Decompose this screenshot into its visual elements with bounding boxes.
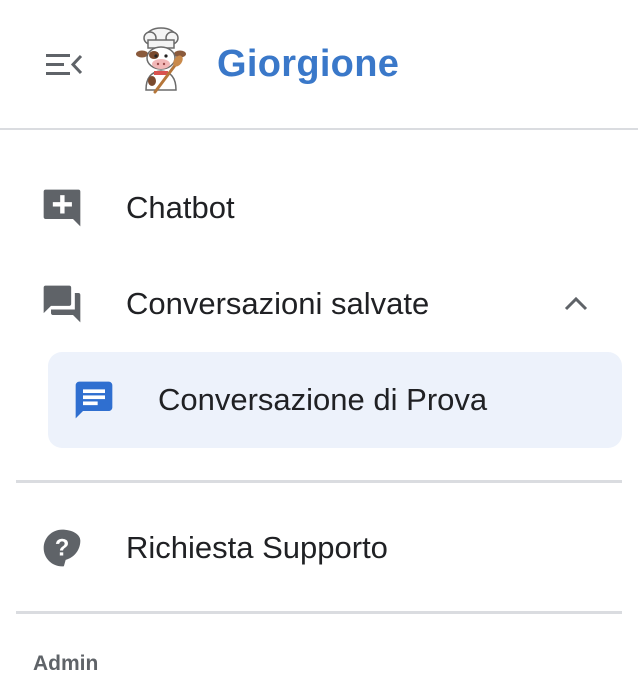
forum-icon xyxy=(40,282,84,326)
nav-item-saved-conversations[interactable]: Conversazioni salvate xyxy=(0,270,638,340)
add-comment-icon xyxy=(40,186,84,230)
svg-text:?: ? xyxy=(55,535,70,562)
chef-cow-logo xyxy=(132,26,190,96)
app-title: Giorgione xyxy=(217,43,400,85)
divider xyxy=(16,611,622,614)
nav-label-saved-conversations: Conversazioni salvate xyxy=(126,286,430,321)
nav-item-chatbot[interactable]: Chatbot xyxy=(0,174,638,244)
chevron-up-icon[interactable] xyxy=(560,288,592,320)
section-label-admin: Admin xyxy=(33,652,99,675)
nav-label-chatbot: Chatbot xyxy=(126,190,235,225)
nav-label-support: Richiesta Supporto xyxy=(126,530,388,565)
help-icon: ? xyxy=(40,526,84,570)
nav-item-support[interactable]: ? Richiesta Supporto xyxy=(0,514,638,584)
saved-conversation-label: Conversazione di Prova xyxy=(158,382,488,417)
saved-conversation-item[interactable]: Conversazione di Prova xyxy=(48,352,622,448)
app-header: Giorgione xyxy=(0,0,638,130)
menu-collapse-icon[interactable] xyxy=(42,50,84,80)
divider xyxy=(16,480,622,483)
chat-icon xyxy=(72,378,116,422)
